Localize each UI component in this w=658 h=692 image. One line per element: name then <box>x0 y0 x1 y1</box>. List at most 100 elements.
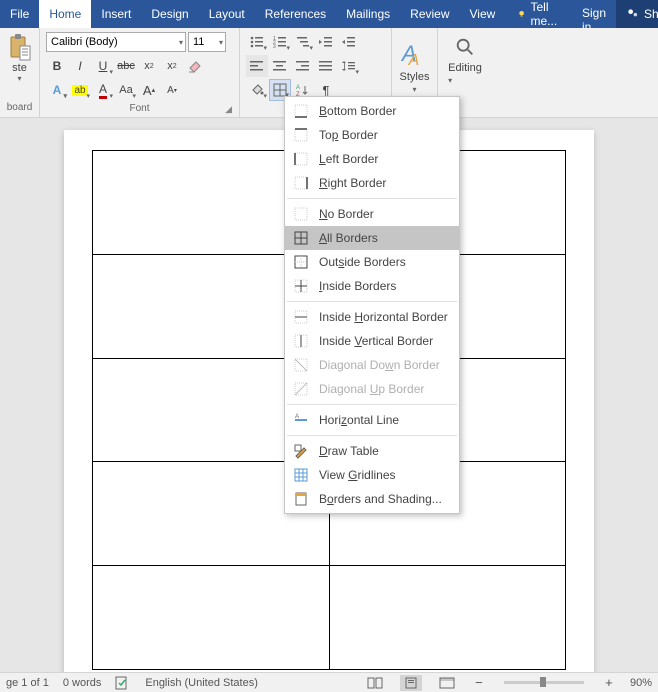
editing-button[interactable]: Editing▾ <box>448 62 482 86</box>
menu-item-label: Inside Borders <box>319 279 451 293</box>
borders-menu-left[interactable]: Left Border <box>285 147 459 171</box>
borders-menu-outside[interactable]: Outside Borders <box>285 250 459 274</box>
borders-menu-hline[interactable]: AHorizontal Line <box>285 408 459 432</box>
strikethrough-button[interactable]: abc <box>115 55 137 77</box>
titlebar: File Home Insert Design Layout Reference… <box>0 0 658 28</box>
align-left-button[interactable] <box>246 55 268 77</box>
decrease-indent-button[interactable] <box>315 31 337 53</box>
italic-button[interactable]: I <box>69 55 91 77</box>
superscript-button[interactable]: x2 <box>161 55 183 77</box>
font-size-combo[interactable]: 11▾ <box>188 32 226 52</box>
borders-menu-all[interactable]: All Borders <box>285 226 459 250</box>
find-icon[interactable] <box>454 36 476 58</box>
borders-menu-shading[interactable]: Borders and Shading... <box>285 487 459 511</box>
numbering-button[interactable]: 123▾ <box>269 31 291 53</box>
paint-bucket-icon <box>250 83 264 97</box>
paste-dropdown[interactable]: ▾ <box>17 74 21 83</box>
zoom-slider[interactable] <box>504 681 584 684</box>
read-mode-button[interactable] <box>364 675 386 691</box>
zoom-out-button[interactable]: − <box>472 675 486 690</box>
underline-button[interactable]: U▾ <box>92 55 114 77</box>
left-border-icon <box>293 151 309 167</box>
align-left-icon <box>250 60 264 72</box>
shading-button[interactable]: ▾ <box>246 79 268 101</box>
clear-formatting-button[interactable] <box>184 55 206 77</box>
tab-design[interactable]: Design <box>141 0 198 28</box>
font-name-combo[interactable]: Calibri (Body)▾ <box>46 32 186 52</box>
tab-references[interactable]: References <box>255 0 336 28</box>
borders-menu-inside[interactable]: Inside Borders <box>285 274 459 298</box>
bullets-button[interactable]: ▾ <box>246 31 268 53</box>
tell-me[interactable]: Tell me... <box>507 0 572 28</box>
borders-menu-draw[interactable]: Draw Table <box>285 439 459 463</box>
spellcheck-icon[interactable] <box>115 676 131 690</box>
borders-menu-none[interactable]: No Border <box>285 202 459 226</box>
styles-button[interactable]: Styles▾ <box>400 71 430 95</box>
align-center-button[interactable] <box>269 55 291 77</box>
borders-menu-insidev[interactable]: Inside Vertical Border <box>285 329 459 353</box>
zoom-thumb[interactable] <box>540 677 546 687</box>
tab-file[interactable]: File <box>0 0 39 28</box>
line-spacing-button[interactable]: ▾ <box>338 55 360 77</box>
bold-button[interactable]: B <box>46 55 68 77</box>
text-effects-button[interactable]: A▾ <box>46 79 68 101</box>
tab-view[interactable]: View <box>460 0 506 28</box>
borders-dropdown-menu: Bottom Border Top Border Left BorderRight … <box>284 96 460 514</box>
inside-border-icon <box>293 278 309 294</box>
page-indicator[interactable]: ge 1 of 1 <box>6 677 49 689</box>
justify-button[interactable] <box>315 55 337 77</box>
hline-border-icon: A <box>293 412 309 428</box>
borders-menu-gridlines[interactable]: View Gridlines <box>285 463 459 487</box>
align-right-icon <box>296 60 310 72</box>
font-dialog-launcher[interactable]: ◢ <box>44 104 235 115</box>
clipboard-group: ste ▾ board <box>0 28 40 117</box>
increase-indent-button[interactable] <box>338 31 360 53</box>
highlight-button[interactable]: ab▾ <box>69 79 91 101</box>
eraser-icon <box>187 58 203 74</box>
svg-text:A: A <box>296 85 300 91</box>
tab-insert[interactable]: Insert <box>91 0 141 28</box>
multilevel-list-button[interactable]: ▾ <box>292 31 314 53</box>
draw-border-icon <box>293 443 309 459</box>
menu-item-label: Diagonal Down Border <box>319 358 451 372</box>
subscript-button[interactable]: x2 <box>138 55 160 77</box>
grow-font-button[interactable]: A▴ <box>138 79 160 101</box>
menu-item-label: All Borders <box>319 231 451 245</box>
zoom-level[interactable]: 90% <box>630 677 652 689</box>
zoom-in-button[interactable]: + <box>602 675 616 690</box>
menu-item-label: Draw Table <box>319 444 451 458</box>
borders-menu-bottom[interactable]: Bottom Border <box>285 99 459 123</box>
web-layout-button[interactable] <box>436 675 458 691</box>
borders-menu-top[interactable]: Top Border <box>285 123 459 147</box>
sign-in[interactable]: Sign in <box>572 0 616 28</box>
insidev-border-icon <box>293 333 309 349</box>
menu-separator <box>287 435 457 436</box>
bottom-border-icon <box>293 103 309 119</box>
tab-home[interactable]: Home <box>39 0 91 28</box>
align-right-button[interactable] <box>292 55 314 77</box>
styles-icon[interactable]: AA <box>400 41 430 71</box>
share-button[interactable]: Share <box>616 0 658 28</box>
print-layout-button[interactable] <box>400 675 422 691</box>
shrink-font-button[interactable]: A▾ <box>161 79 183 101</box>
menu-item-label: No Border <box>319 207 451 221</box>
language-indicator[interactable]: English (United States) <box>145 677 258 689</box>
menu-item-label: Top Border <box>319 128 451 142</box>
menu-item-label: Bottom Border <box>319 104 451 118</box>
borders-menu-right[interactable]: Right Border <box>285 171 459 195</box>
insideh-border-icon <box>293 309 309 325</box>
paste-icon[interactable] <box>8 34 32 62</box>
borders-menu-insideh[interactable]: Inside Horizontal Border <box>285 305 459 329</box>
diagdown-border-icon <box>293 357 309 373</box>
borders-menu-diagdown: Diagonal Down Border <box>285 353 459 377</box>
tab-review[interactable]: Review <box>400 0 459 28</box>
font-color-button[interactable]: A▾ <box>92 79 114 101</box>
word-count[interactable]: 0 words <box>63 677 102 689</box>
none-border-icon <box>293 206 309 222</box>
sort-icon: AZ <box>296 83 310 97</box>
tab-mailings[interactable]: Mailings <box>336 0 400 28</box>
numbering-icon: 123 <box>273 36 287 48</box>
menu-separator <box>287 198 457 199</box>
tab-layout[interactable]: Layout <box>199 0 255 28</box>
change-case-button[interactable]: Aa▾ <box>115 79 137 101</box>
